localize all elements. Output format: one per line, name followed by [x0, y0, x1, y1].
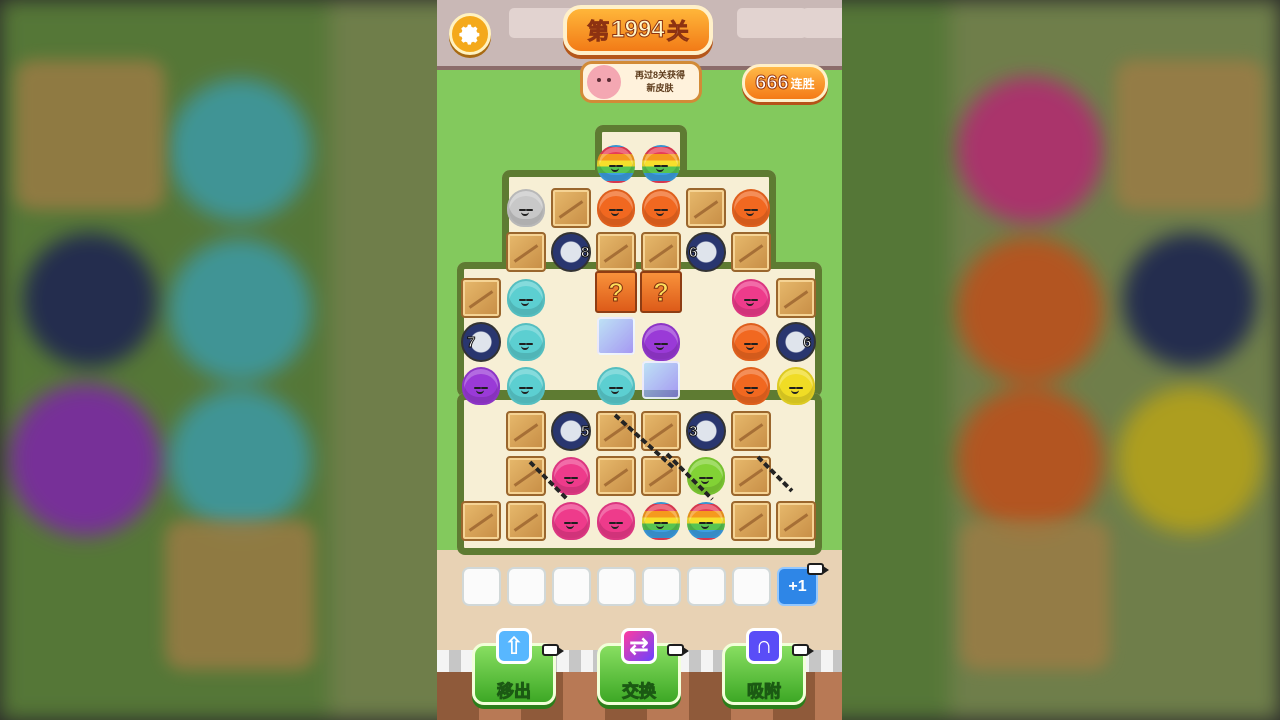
video-ad-icon	[542, 644, 564, 656]
mystery-block[interactable]: ?	[595, 271, 637, 313]
reward-line-2: 新皮肤	[646, 83, 674, 93]
magnet-icon: ∩	[746, 628, 782, 664]
puzzle-board: 8 6 ? ? 7 6 5 3	[457, 125, 822, 555]
tire-obstacle[interactable]: 8	[550, 231, 592, 273]
tray-slot	[687, 567, 726, 606]
tire-counter: 6	[802, 334, 812, 352]
tire-obstacle[interactable]: 7	[460, 321, 502, 363]
win-streak-badge: 666 连胜	[742, 64, 828, 102]
wooden-crate[interactable]	[730, 231, 772, 273]
tray-slot	[552, 567, 591, 606]
frozen-slime[interactable]	[640, 359, 682, 401]
tire-counter: 8	[580, 244, 590, 262]
pink-slime[interactable]	[595, 500, 637, 542]
wooden-crate[interactable]	[730, 410, 772, 452]
gear-icon	[459, 24, 480, 45]
level-suffix: 关	[666, 19, 689, 45]
rainbow-slime[interactable]	[595, 143, 637, 185]
tire-counter: 7	[466, 334, 476, 352]
reward-text: 再过8关获得 新皮肤	[621, 69, 699, 95]
tray-slot	[642, 567, 681, 606]
video-ad-icon	[792, 644, 814, 656]
wooden-crate[interactable]	[640, 231, 682, 273]
level-banner: 第 1994 关	[563, 5, 713, 55]
orange-slime[interactable]	[595, 187, 637, 229]
wooden-crate[interactable]	[595, 455, 637, 497]
pink-slime-avatar	[587, 65, 621, 99]
tire-counter: 3	[688, 423, 698, 441]
swap-tool[interactable]: ⇄ 交换	[595, 628, 689, 710]
tire-obstacle[interactable]: 6	[775, 321, 817, 363]
reward-line-1: 再过8关获得	[634, 70, 685, 80]
wooden-crate[interactable]	[505, 500, 547, 542]
wooden-crate[interactable]	[505, 410, 547, 452]
teal-slime[interactable]	[505, 277, 547, 319]
tire-obstacle[interactable]: 3	[685, 410, 727, 452]
tray-slot	[597, 567, 636, 606]
game-viewport: 第 1994 关 再过8关获得 新皮肤 666 连胜 8 6 ? ? 7 6 5…	[437, 0, 842, 720]
level-number: 1994	[611, 16, 665, 44]
tray-slot	[732, 567, 771, 606]
wooden-crate[interactable]	[730, 500, 772, 542]
wooden-crate[interactable]	[505, 231, 547, 273]
teal-slime[interactable]	[505, 321, 547, 363]
orange-slime[interactable]	[730, 187, 772, 229]
wooden-crate[interactable]	[595, 231, 637, 273]
video-ad-icon	[807, 563, 829, 575]
orange-slime[interactable]	[730, 365, 772, 407]
teal-slime[interactable]	[505, 365, 547, 407]
wooden-crate[interactable]	[775, 277, 817, 319]
video-ad-icon	[667, 644, 689, 656]
orange-slime[interactable]	[730, 321, 772, 363]
wall-brick	[737, 8, 807, 38]
wooden-crate[interactable]	[685, 187, 727, 229]
level-prefix: 第	[587, 19, 610, 45]
tire-obstacle[interactable]: 5	[550, 410, 592, 452]
skin-reward-banner: 再过8关获得 新皮肤	[580, 61, 702, 103]
tire-obstacle[interactable]: 6	[685, 231, 727, 273]
wall-brick	[802, 8, 842, 38]
streak-count: 666	[755, 71, 789, 94]
magnet-tool[interactable]: ∩ 吸附	[720, 628, 814, 710]
tire-counter: 5	[580, 423, 590, 441]
gray-slime[interactable]	[505, 187, 547, 229]
rainbow-slime[interactable]	[640, 500, 682, 542]
move-out-icon: ⇧	[496, 628, 532, 664]
tray-slot	[462, 567, 501, 606]
move-out-label: 移出	[497, 682, 532, 702]
wooden-crate[interactable]	[775, 500, 817, 542]
mystery-block[interactable]: ?	[640, 271, 682, 313]
move-out-tool[interactable]: ⇧ 移出	[470, 628, 564, 710]
orange-slime[interactable]	[640, 187, 682, 229]
pink-slime[interactable]	[730, 277, 772, 319]
yellow-slime[interactable]	[775, 365, 817, 407]
wooden-crate[interactable]	[460, 277, 502, 319]
collection-tray: +1	[462, 563, 829, 612]
tray-slot	[507, 567, 546, 606]
frozen-purple-slime[interactable]	[595, 315, 637, 357]
streak-label: 连胜	[790, 76, 815, 91]
purple-slime[interactable]	[460, 365, 502, 407]
magnet-label: 吸附	[747, 682, 782, 702]
settings-button[interactable]	[449, 13, 491, 55]
swap-icon: ⇄	[621, 628, 657, 664]
wooden-crate[interactable]	[550, 187, 592, 229]
wooden-crate[interactable]	[460, 500, 502, 542]
tire-counter: 6	[688, 244, 698, 262]
game-screen: 第 1994 关 再过8关获得 新皮肤 666 连胜 8 6 ? ? 7 6 5…	[0, 0, 1280, 720]
purple-slime[interactable]	[640, 321, 682, 363]
swap-label: 交换	[622, 682, 657, 702]
pink-slime[interactable]	[550, 500, 592, 542]
rainbow-slime[interactable]	[640, 143, 682, 185]
teal-slime[interactable]	[595, 365, 637, 407]
rainbow-slime[interactable]	[685, 500, 727, 542]
